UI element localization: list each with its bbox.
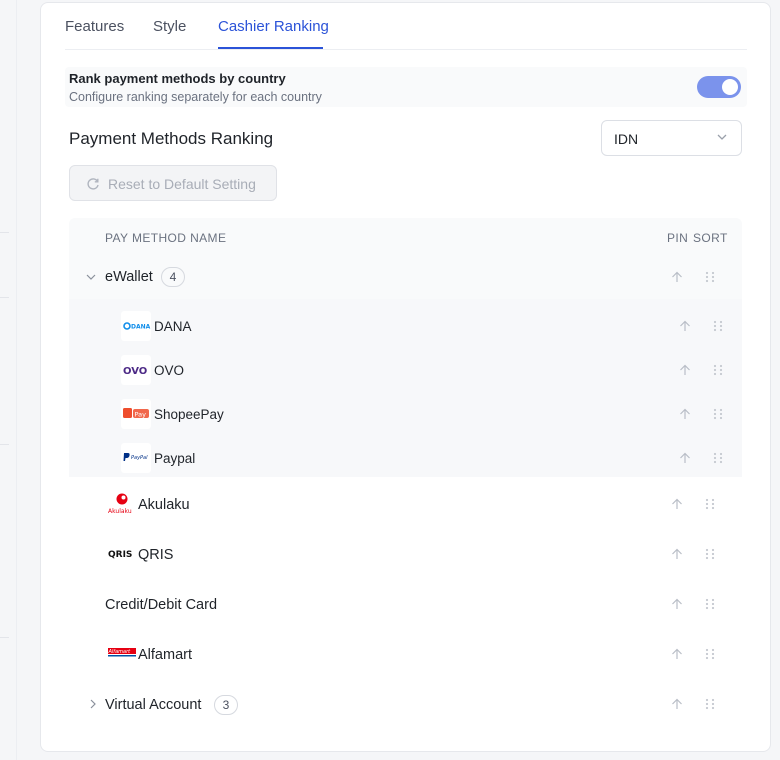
arrow-up-icon[interactable] — [671, 498, 683, 510]
arrow-up-icon[interactable] — [671, 698, 683, 710]
reset-button-label: Reset to Default Setting — [108, 176, 256, 192]
svg-text:Pay: Pay — [135, 411, 147, 419]
dana-logo-icon: DANA — [121, 311, 151, 341]
drag-handle-icon[interactable] — [705, 698, 715, 710]
table-row-qris[interactable]: QRIS QRIS — [69, 533, 742, 575]
drag-handle-icon[interactable] — [705, 498, 715, 510]
arrow-up-icon[interactable] — [671, 598, 683, 610]
akulaku-logo-icon: Akulaku — [108, 493, 132, 515]
chevron-right-icon[interactable] — [88, 699, 98, 709]
method-name: QRIS — [138, 547, 174, 563]
arrow-up-icon[interactable] — [679, 364, 691, 376]
count-badge: 4 — [161, 267, 185, 287]
setting-description: Configure ranking separately for each co… — [69, 90, 322, 104]
column-header-sort: SORT — [693, 231, 728, 245]
setting-title: Rank payment methods by country — [69, 71, 286, 86]
drag-handle-icon[interactable] — [705, 648, 715, 660]
table-row-credit-debit-card[interactable]: Credit/Debit Card — [69, 583, 742, 625]
rank-by-country-setting: Rank payment methods by country Configur… — [65, 67, 747, 107]
arrow-up-icon[interactable] — [671, 548, 683, 560]
rank-by-country-toggle[interactable] — [697, 76, 741, 98]
alfamart-logo-icon: Alfamart — [108, 648, 136, 657]
drag-handle-icon[interactable] — [705, 271, 715, 283]
group-name: Virtual Account — [105, 697, 202, 713]
count-badge: 3 — [214, 695, 238, 715]
tab-cashier-ranking[interactable]: Cashier Ranking — [218, 18, 329, 35]
shopeepay-logo-icon: Pay — [121, 399, 151, 429]
refresh-icon — [87, 178, 99, 190]
drag-handle-icon[interactable] — [713, 320, 723, 332]
svg-text:Akulaku: Akulaku — [108, 508, 132, 515]
side-panel-strip — [0, 0, 17, 760]
table-row-ewallet[interactable]: eWallet 4 — [69, 255, 742, 299]
ovo-logo-icon: OVO — [121, 355, 151, 385]
arrow-up-icon[interactable] — [671, 271, 683, 283]
svg-text:PayPal: PayPal — [131, 455, 148, 461]
arrow-up-icon[interactable] — [679, 452, 691, 464]
paypal-logo-icon: PayPal — [121, 443, 151, 473]
tab-features[interactable]: Features — [65, 18, 124, 35]
table-row-paypal[interactable]: PayPal Paypal — [69, 441, 742, 475]
ranking-section-title: Payment Methods Ranking — [69, 129, 274, 148]
reset-default-button[interactable]: Reset to Default Setting — [69, 165, 277, 201]
svg-text:DANA: DANA — [131, 324, 151, 331]
active-tab-indicator — [218, 47, 323, 49]
arrow-up-icon[interactable] — [671, 648, 683, 660]
svg-text:OVO: OVO — [123, 366, 147, 377]
table-row-alfamart[interactable]: Alfamart Alfamart — [69, 633, 742, 675]
method-name: Paypal — [154, 451, 196, 466]
drag-handle-icon[interactable] — [705, 548, 715, 560]
group-name: eWallet — [105, 269, 153, 285]
drag-handle-icon[interactable] — [713, 452, 723, 464]
drag-handle-icon[interactable] — [713, 364, 723, 376]
drag-handle-icon[interactable] — [705, 598, 715, 610]
svg-text:QRIS: QRIS — [108, 550, 132, 560]
country-select-value: IDN — [614, 131, 639, 147]
method-name: Alfamart — [138, 647, 192, 663]
table-row-shopeepay[interactable]: Pay ShopeePay — [69, 397, 742, 431]
chevron-down-icon[interactable] — [86, 272, 96, 282]
chevron-down-icon — [717, 134, 727, 140]
svg-text:Alfamart: Alfamart — [108, 649, 132, 655]
drag-handle-icon[interactable] — [713, 408, 723, 420]
method-name: ShopeePay — [154, 407, 224, 422]
toggle-knob — [722, 79, 738, 95]
table-row-akulaku[interactable]: Akulaku Akulaku — [69, 483, 742, 525]
arrow-up-icon[interactable] — [679, 320, 691, 332]
tab-bar: Features Style Cashier Ranking — [65, 3, 747, 50]
method-name: Akulaku — [138, 497, 190, 513]
table-row-ovo[interactable]: OVO OVO — [69, 353, 742, 387]
settings-card: Features Style Cashier Ranking Rank paym… — [40, 2, 771, 752]
table-row-virtual-account[interactable]: Virtual Account 3 — [69, 683, 742, 725]
country-select[interactable]: IDN — [601, 120, 742, 156]
column-header-name: PAY METHOD NAME — [105, 231, 227, 245]
table-header: PAY METHOD NAME PIN SORT — [69, 218, 742, 255]
column-header-pin: PIN — [667, 231, 689, 245]
method-name: OVO — [154, 363, 185, 378]
tab-style[interactable]: Style — [153, 18, 186, 35]
table-row-dana[interactable]: DANA DANA — [69, 309, 742, 343]
qris-logo-icon: QRIS — [108, 550, 132, 560]
method-name: DANA — [154, 319, 192, 334]
arrow-up-icon[interactable] — [679, 408, 691, 420]
method-name: Credit/Debit Card — [105, 597, 218, 613]
